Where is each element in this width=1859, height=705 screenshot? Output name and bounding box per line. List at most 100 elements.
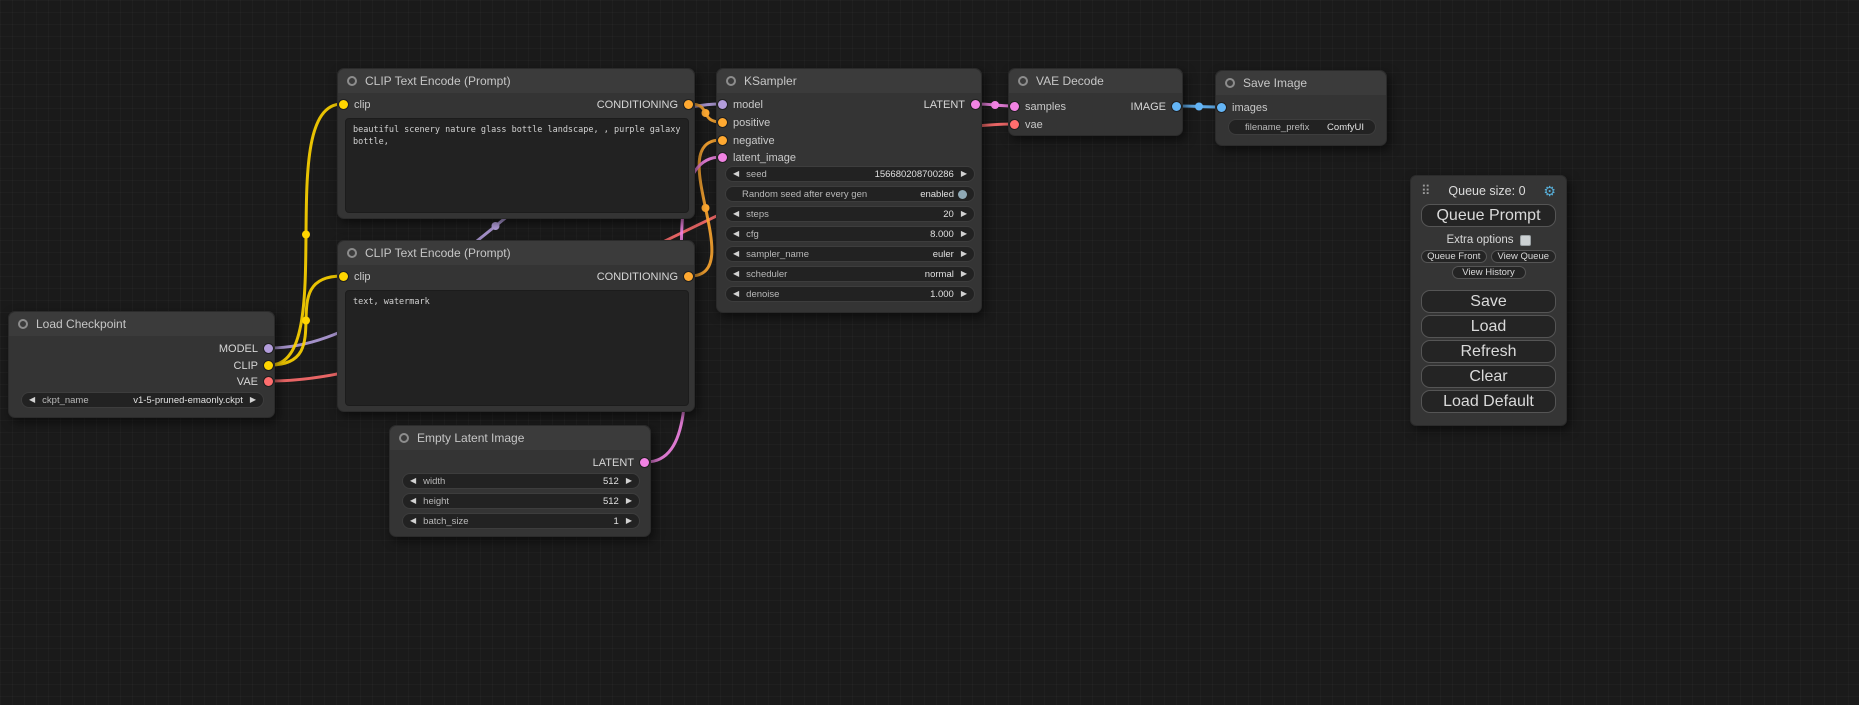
queue-front-button[interactable]: Queue Front xyxy=(1421,250,1487,263)
extra-options-checkbox[interactable] xyxy=(1520,235,1531,246)
widget-label: width xyxy=(423,476,445,487)
slot-label-latent-image: latent_image xyxy=(733,152,796,164)
node-title-bar[interactable]: Save Image xyxy=(1216,71,1386,95)
node-title-bar[interactable]: CLIP Text Encode (Prompt) xyxy=(338,241,694,265)
clear-button[interactable]: Clear xyxy=(1421,365,1556,388)
increment-arrow-icon[interactable]: ▶ xyxy=(961,166,967,182)
port-vae-input[interactable] xyxy=(1010,120,1019,129)
widget-height[interactable]: ◀ height 512 ▶ xyxy=(402,493,640,509)
decrement-arrow-icon[interactable]: ◀ xyxy=(410,473,416,489)
port-negative-input[interactable] xyxy=(718,136,727,145)
collapse-icon[interactable] xyxy=(18,319,28,329)
history-row: View History xyxy=(1421,266,1556,279)
prompt-textarea[interactable]: beautiful scenery nature glass bottle la… xyxy=(345,118,689,213)
decrement-arrow-icon[interactable]: ◀ xyxy=(410,513,416,529)
port-model-output[interactable] xyxy=(264,344,273,353)
refresh-button[interactable]: Refresh xyxy=(1421,340,1556,363)
port-clip-input[interactable] xyxy=(339,100,348,109)
node-load-checkpoint[interactable]: Load Checkpoint MODEL CLIP VAE ◀ ckpt_na… xyxy=(8,311,275,418)
increment-arrow-icon[interactable]: ▶ xyxy=(961,226,967,242)
decrement-arrow-icon[interactable]: ◀ xyxy=(733,266,739,282)
widget-steps[interactable]: ◀ steps 20 ▶ xyxy=(725,206,975,222)
port-conditioning-output[interactable] xyxy=(684,272,693,281)
wire-midpoint-dot xyxy=(991,101,999,109)
extra-options-row: Extra options xyxy=(1421,233,1556,247)
slot-label-positive: positive xyxy=(733,117,770,129)
node-ksampler[interactable]: KSampler model positive negative latent_… xyxy=(716,68,982,313)
increment-arrow-icon[interactable]: ▶ xyxy=(250,392,256,408)
view-queue-button[interactable]: View Queue xyxy=(1491,250,1557,263)
port-samples-input[interactable] xyxy=(1010,102,1019,111)
widget-scheduler[interactable]: ◀ scheduler normal ▶ xyxy=(725,266,975,282)
widget-width[interactable]: ◀ width 512 ▶ xyxy=(402,473,640,489)
queue-size-label: Queue size: 0 xyxy=(1448,184,1525,198)
port-clip-input[interactable] xyxy=(339,272,348,281)
widget-label: Random seed after every gen xyxy=(742,189,867,200)
queue-prompt-button[interactable]: Queue Prompt xyxy=(1421,204,1556,227)
load-default-button[interactable]: Load Default xyxy=(1421,390,1556,413)
port-model-input[interactable] xyxy=(718,100,727,109)
collapse-icon[interactable] xyxy=(1225,78,1235,88)
decrement-arrow-icon[interactable]: ◀ xyxy=(733,286,739,302)
collapse-icon[interactable] xyxy=(726,76,736,86)
collapse-icon[interactable] xyxy=(347,76,357,86)
widget-denoise[interactable]: ◀ denoise 1.000 ▶ xyxy=(725,286,975,302)
node-save-image[interactable]: Save Image images filename_prefix ComfyU… xyxy=(1215,70,1387,146)
slot-label-model: model xyxy=(733,99,763,111)
widget-seed[interactable]: ◀ seed 156680208700286 ▶ xyxy=(725,166,975,182)
node-title-bar[interactable]: VAE Decode xyxy=(1009,69,1182,93)
drag-handle-icon[interactable]: ⠿ xyxy=(1421,183,1431,199)
save-button[interactable]: Save xyxy=(1421,290,1556,313)
node-empty-latent-image[interactable]: Empty Latent Image LATENT ◀ width 512 ▶ … xyxy=(389,425,651,537)
node-title-bar[interactable]: Load Checkpoint xyxy=(9,312,274,336)
widget-filename-prefix[interactable]: filename_prefix ComfyUI xyxy=(1228,119,1376,135)
node-title-bar[interactable]: KSampler xyxy=(717,69,981,93)
node-title-bar[interactable]: Empty Latent Image xyxy=(390,426,650,450)
prompt-textarea[interactable]: text, watermark xyxy=(345,290,689,406)
view-history-button[interactable]: View History xyxy=(1452,266,1526,279)
node-clip-encode-positive[interactable]: CLIP Text Encode (Prompt) clip CONDITION… xyxy=(337,68,695,219)
node-title-bar[interactable]: CLIP Text Encode (Prompt) xyxy=(338,69,694,93)
port-image-output[interactable] xyxy=(1172,102,1181,111)
node-clip-encode-negative[interactable]: CLIP Text Encode (Prompt) clip CONDITION… xyxy=(337,240,695,412)
port-latent-output[interactable] xyxy=(640,458,649,467)
widget-cfg[interactable]: ◀ cfg 8.000 ▶ xyxy=(725,226,975,242)
widget-sampler-name[interactable]: ◀ sampler_name euler ▶ xyxy=(725,246,975,262)
menu-header: ⠿ Queue size: 0 ⚙ xyxy=(1421,182,1556,200)
collapse-icon[interactable] xyxy=(347,248,357,258)
toggle-icon[interactable] xyxy=(958,190,967,199)
collapse-icon[interactable] xyxy=(1018,76,1028,86)
widget-random-seed-toggle[interactable]: Random seed after every gen enabled xyxy=(725,186,975,202)
port-latent-output[interactable] xyxy=(971,100,980,109)
decrement-arrow-icon[interactable]: ◀ xyxy=(733,206,739,222)
collapse-icon[interactable] xyxy=(399,433,409,443)
decrement-arrow-icon[interactable]: ◀ xyxy=(733,246,739,262)
port-conditioning-output[interactable] xyxy=(684,100,693,109)
port-vae-output[interactable] xyxy=(264,377,273,386)
widget-ckpt-name[interactable]: ◀ ckpt_name v1-5-pruned-emaonly.ckpt ▶ xyxy=(21,392,264,408)
slot-label-image: IMAGE xyxy=(1131,101,1166,113)
decrement-arrow-icon[interactable]: ◀ xyxy=(733,166,739,182)
node-vae-decode[interactable]: VAE Decode samples vae IMAGE xyxy=(1008,68,1183,136)
increment-arrow-icon[interactable]: ▶ xyxy=(626,513,632,529)
increment-arrow-icon[interactable]: ▶ xyxy=(961,266,967,282)
widget-batch-size[interactable]: ◀ batch_size 1 ▶ xyxy=(402,513,640,529)
increment-arrow-icon[interactable]: ▶ xyxy=(961,206,967,222)
wire-midpoint-dot xyxy=(702,109,710,117)
decrement-arrow-icon[interactable]: ◀ xyxy=(733,226,739,242)
load-button[interactable]: Load xyxy=(1421,315,1556,338)
increment-arrow-icon[interactable]: ▶ xyxy=(961,286,967,302)
increment-arrow-icon[interactable]: ▶ xyxy=(961,246,967,262)
port-latent-image-input[interactable] xyxy=(718,153,727,162)
increment-arrow-icon[interactable]: ▶ xyxy=(626,473,632,489)
increment-arrow-icon[interactable]: ▶ xyxy=(626,493,632,509)
widget-label: steps xyxy=(746,209,769,220)
gear-icon[interactable]: ⚙ xyxy=(1543,183,1556,200)
port-images-input[interactable] xyxy=(1217,103,1226,112)
slot-label-latent: LATENT xyxy=(924,99,965,111)
decrement-arrow-icon[interactable]: ◀ xyxy=(410,493,416,509)
widget-label: filename_prefix xyxy=(1245,122,1309,133)
decrement-arrow-icon[interactable]: ◀ xyxy=(29,392,35,408)
port-clip-output[interactable] xyxy=(264,361,273,370)
port-positive-input[interactable] xyxy=(718,118,727,127)
